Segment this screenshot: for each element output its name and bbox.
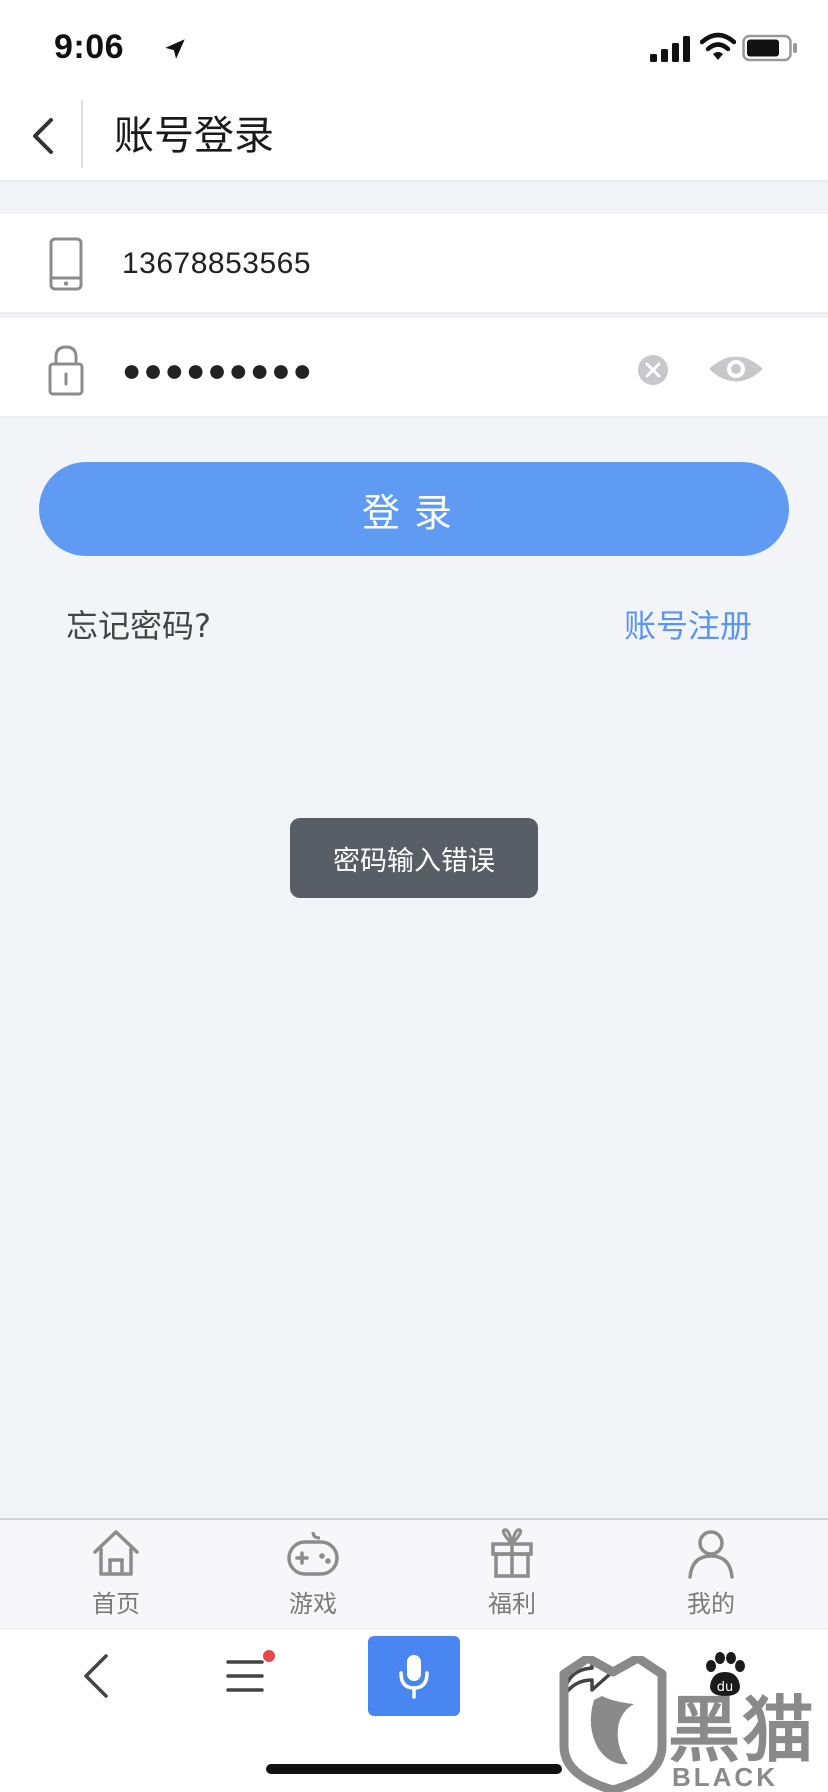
back-button[interactable] [18, 108, 68, 164]
battery-icon [742, 34, 797, 62]
chevron-left-icon [33, 118, 53, 154]
user-icon [688, 1530, 734, 1579]
header-divider [81, 100, 83, 168]
tab-rewards[interactable]: 福利 [452, 1526, 572, 1626]
tab-label: 福利 [488, 1590, 536, 1618]
password-input[interactable]: ●●●●●●●●● [122, 350, 314, 390]
tab-label: 首页 [92, 1590, 140, 1618]
forgot-password-link[interactable]: 忘记密码? [66, 604, 211, 648]
black-cat-logo [559, 1656, 667, 1792]
phone-icon [49, 237, 83, 291]
error-toast: 密码输入错误 [290, 818, 538, 898]
notification-dot [263, 1650, 275, 1662]
tab-me[interactable]: 我的 [651, 1526, 771, 1626]
lock-icon [48, 345, 84, 396]
watermark-subtitle: BLACK CAT [672, 1762, 778, 1792]
watermark-title: 黑猫 [668, 1688, 817, 1772]
tab-games[interactable]: 游戏 [253, 1526, 373, 1626]
gift-icon [491, 1528, 533, 1578]
page-title: 账号登录 [114, 113, 274, 159]
tab-home[interactable]: 首页 [56, 1526, 176, 1626]
login-button[interactable]: 登录 [39, 462, 789, 556]
home-indicator[interactable] [266, 1764, 562, 1774]
phone-input[interactable]: 13678853565 [122, 244, 311, 284]
cellular-signal-icon [650, 36, 690, 62]
tab-label: 我的 [687, 1590, 735, 1618]
register-link[interactable]: 账号注册 [624, 604, 752, 648]
eye-icon[interactable] [706, 350, 766, 388]
clear-circle-icon[interactable] [637, 354, 669, 386]
home-icon [93, 1530, 139, 1576]
wifi-icon [700, 32, 736, 60]
microphone-icon [399, 1655, 429, 1699]
status-time: 9:06 [54, 28, 125, 66]
gamepad-icon [287, 1531, 339, 1576]
location-arrow-icon [165, 39, 185, 59]
voice-search-button[interactable] [368, 1636, 460, 1716]
back-arrow-icon[interactable] [76, 1650, 116, 1702]
tab-label: 游戏 [289, 1590, 337, 1618]
